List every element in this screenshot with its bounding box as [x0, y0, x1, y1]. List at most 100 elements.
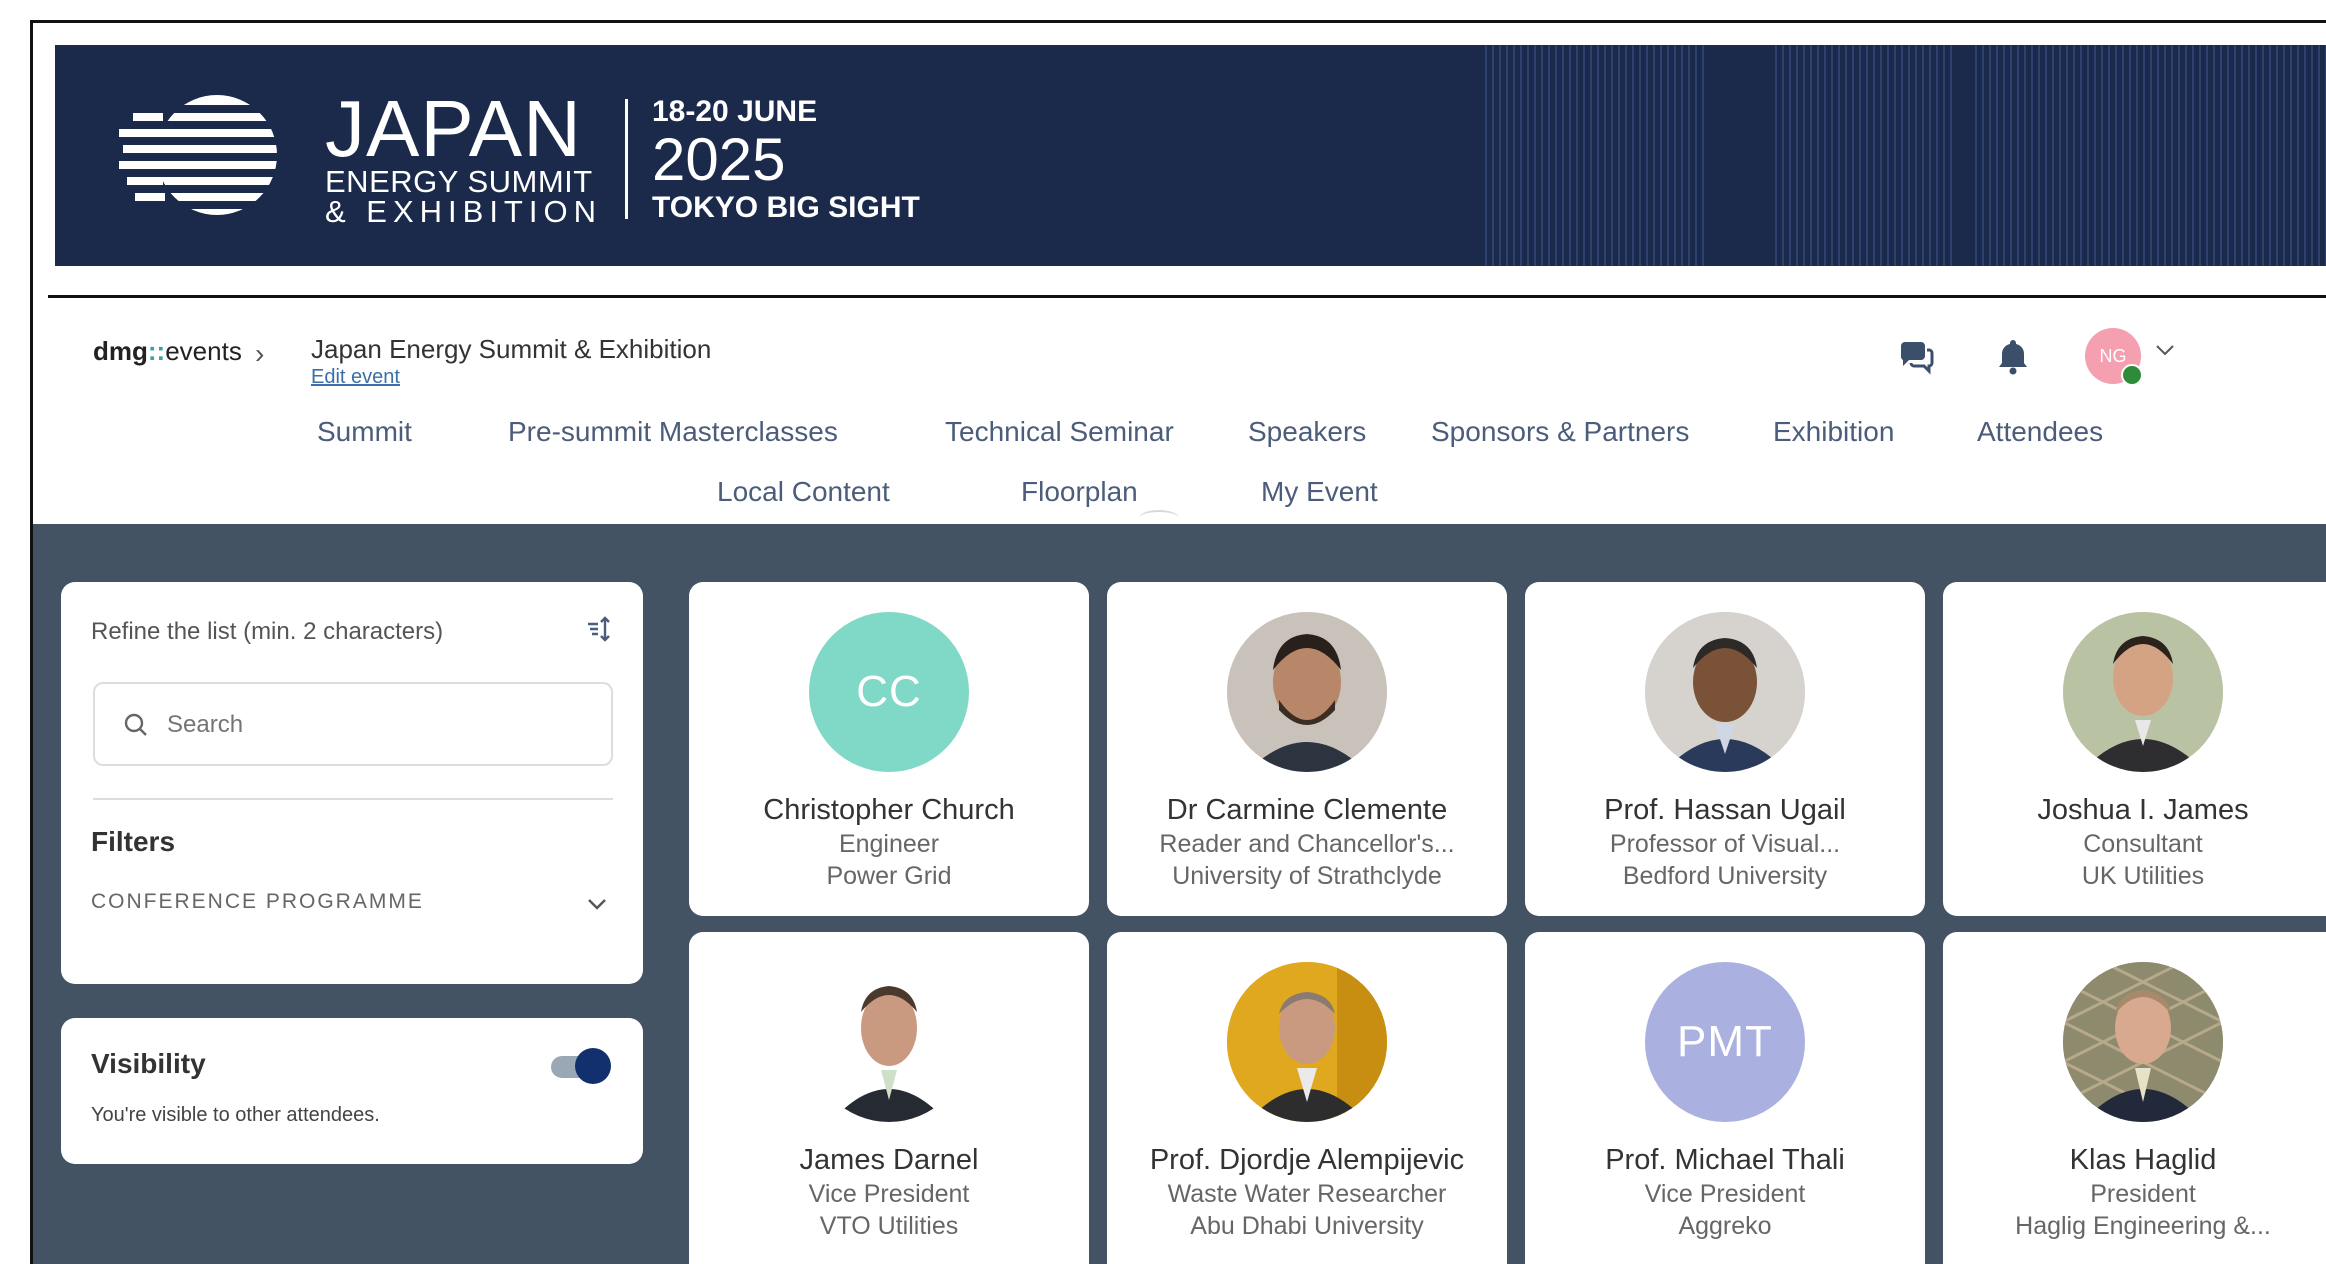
event-venue: TOKYO BIG SIGHT — [652, 191, 920, 224]
search-icon — [124, 713, 147, 736]
attendee-role: Consultant — [2083, 830, 2203, 858]
attendee-organization: VTO Utilities — [819, 1212, 959, 1240]
edit-event-link[interactable]: Edit event — [311, 366, 400, 389]
attendee-organization: Haglig Engineering &... — [2015, 1212, 2271, 1240]
attendee-organization: UK Utilities — [2081, 862, 2205, 890]
nav-pre-summit-masterclasses[interactable]: Pre-summit Masterclasses — [508, 416, 838, 448]
attendee-card[interactable]: James Darnel Vice President VTO Utilitie… — [689, 932, 1089, 1264]
attendee-photo — [1227, 612, 1387, 772]
banner-stripes-decoration — [1485, 45, 2326, 266]
attendee-card[interactable]: Klas Haglid President Haglig Engineering… — [1943, 932, 2326, 1264]
event-banner: JAPAN ENERGY SUMMIT & EXHIBITION 18-20 J… — [55, 45, 2326, 266]
attendee-role: Reader and Chancellor's... — [1159, 830, 1455, 858]
attendee-name: Prof. Michael Thali — [1605, 1144, 1845, 1176]
attendee-name: Prof. Djordje Alempijevic — [1149, 1144, 1465, 1176]
nav-summit[interactable]: Summit — [317, 416, 412, 448]
attendee-organization: Abu Dhabi University — [1190, 1212, 1424, 1240]
attendee-photo — [2063, 962, 2223, 1122]
user-avatar[interactable]: NG — [2085, 328, 2143, 386]
user-initials: NG — [2099, 345, 2127, 366]
attendee-role: President — [2090, 1180, 2196, 1208]
event-title: Japan Energy Summit & Exhibition — [311, 334, 712, 364]
platform-logo-bold: dmg — [93, 336, 148, 366]
summit-logo-icon — [119, 95, 279, 215]
event-date-range: 18-20 JUNE — [652, 95, 818, 128]
conference-programme-filter[interactable]: CONFERENCE PROGRAMME — [91, 890, 424, 914]
top-navigation: dmg::events › Japan Energy Summit & Exhi… — [33, 298, 2326, 524]
attendee-name: Prof. Hassan Ugail — [1604, 794, 1846, 826]
brand-divider — [625, 99, 628, 219]
panel-divider — [93, 798, 613, 800]
attendee-photo — [1227, 962, 1387, 1122]
attendee-role: Professor of Visual... — [1609, 830, 1841, 858]
toggle-knob — [575, 1048, 611, 1084]
nav-exhibition[interactable]: Exhibition — [1773, 416, 1894, 448]
attendee-card[interactable]: CC Christopher Church Engineer Power Gri… — [689, 582, 1089, 916]
sort-icon[interactable] — [585, 614, 615, 644]
attendee-card[interactable]: Dr Carmine Clemente Reader and Chancello… — [1107, 582, 1507, 916]
attendee-avatar: CC — [809, 612, 969, 772]
attendee-organization: Power Grid — [826, 862, 952, 890]
attendee-role: Vice President — [1644, 1180, 1806, 1208]
attendee-name: Christopher Church — [763, 794, 1015, 826]
nav-technical-seminar[interactable]: Technical Seminar — [945, 416, 1174, 448]
visibility-panel: Visibility You're visible to other atten… — [61, 1018, 643, 1164]
brand-wordmark: JAPAN ENERGY SUMMIT & EXHIBITION — [325, 84, 602, 229]
brand-subtitle-1: ENERGY SUMMIT — [325, 164, 593, 199]
brand-subtitle-2: & EXHIBITION — [325, 194, 602, 229]
platform-logo[interactable]: dmg::events — [93, 336, 242, 367]
nav-my-event[interactable]: My Event — [1261, 476, 1378, 508]
nav-speakers[interactable]: Speakers — [1248, 416, 1366, 448]
event-year: 2025 — [652, 126, 786, 193]
attendee-name: Joshua I. James — [2037, 794, 2249, 826]
attendee-organization: University of Strathclyde — [1172, 862, 1442, 890]
nav-attendees[interactable]: Attendees — [1977, 416, 2103, 448]
attendee-initials: CC — [856, 667, 922, 716]
filters-title: Filters — [91, 826, 176, 857]
attendee-role: Waste Water Researcher — [1167, 1180, 1447, 1208]
platform-logo-text: events — [165, 336, 242, 366]
attendee-name: Klas Haglid — [2069, 1144, 2217, 1176]
person-photo-icon — [809, 962, 969, 1122]
person-photo-icon — [1645, 612, 1805, 772]
attendee-organization: Bedford University — [1622, 862, 1828, 890]
attendee-card[interactable]: Prof. Hassan Ugail Professor of Visual..… — [1525, 582, 1925, 916]
nav-sponsors-partners[interactable]: Sponsors & Partners — [1431, 416, 1689, 448]
online-status-indicator — [2121, 364, 2143, 386]
attendee-card[interactable]: PMT Prof. Michael Thali Vice President A… — [1525, 932, 1925, 1264]
breadcrumb-chevron-icon: › — [255, 338, 265, 369]
visibility-description: You're visible to other attendees. — [91, 1104, 380, 1126]
attendee-photo — [809, 962, 969, 1122]
attendee-photo — [1645, 612, 1805, 772]
search-field[interactable] — [93, 682, 613, 766]
chat-icon[interactable] — [1895, 336, 1935, 376]
search-input[interactable] — [165, 702, 589, 748]
nav-floorplan[interactable]: Floorplan — [1021, 476, 1138, 508]
refine-panel: Refine the list (min. 2 characters) Filt… — [61, 582, 643, 984]
attendee-card[interactable]: Joshua I. James Consultant UK Utilities — [1943, 582, 2326, 916]
person-photo-icon — [2063, 612, 2223, 772]
attendee-initials: PMT — [1677, 1017, 1773, 1066]
platform-logo-dots: :: — [147, 336, 166, 366]
person-photo-icon — [1227, 962, 1387, 1122]
visibility-title: Visibility — [91, 1048, 206, 1079]
attendee-role: Vice President — [808, 1180, 970, 1208]
attendees-content: Refine the list (min. 2 characters) Filt… — [33, 524, 2326, 1264]
attendee-card[interactable]: Prof. Djordje Alempijevic Waste Water Re… — [1107, 932, 1507, 1264]
visibility-toggle[interactable] — [551, 1046, 611, 1086]
attendee-name: James Darnel — [799, 1144, 979, 1176]
chevron-down-icon[interactable] — [583, 890, 611, 918]
attendee-photo — [2063, 612, 2223, 772]
bell-icon[interactable] — [1993, 336, 2033, 376]
attendee-avatar: PMT — [1645, 962, 1805, 1122]
nav-local-content[interactable]: Local Content — [717, 476, 890, 508]
app-frame: JAPAN ENERGY SUMMIT & EXHIBITION 18-20 J… — [30, 20, 2326, 1264]
refine-label: Refine the list (min. 2 characters) — [91, 618, 444, 645]
attendee-organization: Aggreko — [1678, 1212, 1772, 1240]
brand-title: JAPAN — [325, 84, 582, 173]
person-photo-icon — [2063, 962, 2223, 1122]
attendee-role: Engineer — [838, 830, 940, 858]
attendee-name: Dr Carmine Clemente — [1166, 794, 1448, 826]
person-photo-icon — [1227, 612, 1387, 772]
chevron-down-icon[interactable] — [2153, 338, 2177, 362]
